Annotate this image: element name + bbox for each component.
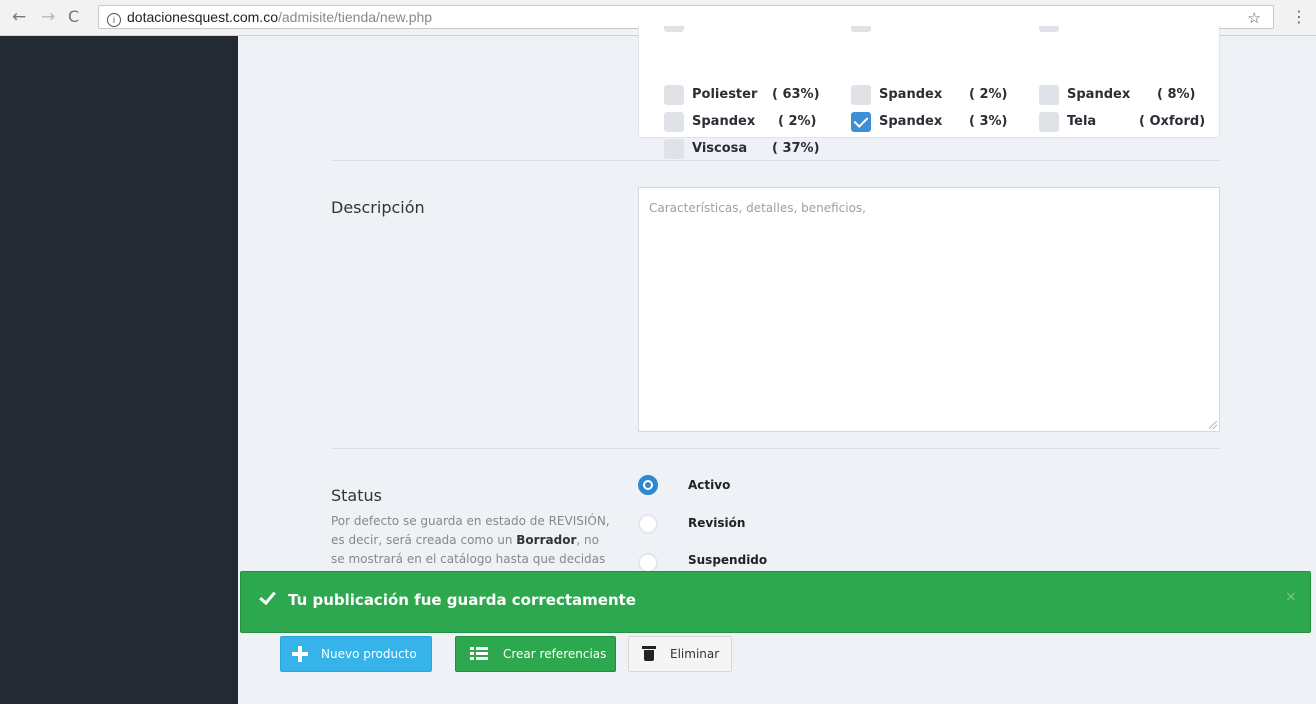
- fabric-percent: ( 37%): [772, 141, 820, 156]
- fabric-name: Poliester: [692, 87, 758, 102]
- fabric-checkbox[interactable]: [664, 139, 684, 159]
- fabric-percent: ( 2%): [969, 87, 1008, 102]
- reload-icon[interactable]: C: [68, 6, 79, 28]
- create-references-label: Crear referencias: [503, 647, 607, 661]
- status-radio-activo[interactable]: [638, 475, 658, 495]
- fabric-name: Spandex: [879, 87, 943, 102]
- fabric-name: Spandex: [879, 114, 943, 129]
- fabric-checkbox[interactable]: [1039, 112, 1059, 132]
- fabric-checkbox[interactable]: [664, 85, 684, 105]
- url-domain: dotacionesquest.com.co: [127, 9, 278, 25]
- status-radio-suspendido[interactable]: [638, 553, 658, 573]
- plus-icon: [292, 646, 308, 662]
- browser-menu-icon[interactable]: ⋮: [1291, 7, 1307, 26]
- partial-checkbox: [664, 26, 684, 32]
- new-product-button[interactable]: Nuevo producto: [280, 636, 432, 672]
- description-label: Descripción: [331, 198, 425, 217]
- resize-handle-icon[interactable]: [1209, 421, 1217, 429]
- fabric-percent: ( 63%): [772, 87, 820, 102]
- fabric-percent: ( 3%): [969, 114, 1008, 129]
- section-divider: [331, 160, 1221, 161]
- status-option-label: Activo: [688, 478, 731, 492]
- fabric-percent: ( Oxford): [1139, 114, 1206, 129]
- forward-arrow-icon[interactable]: →: [41, 6, 55, 28]
- fabric-checkbox[interactable]: [851, 85, 871, 105]
- toast-message: Tu publicación fue guarda correctamente: [288, 591, 636, 609]
- status-help-text: Por defecto se guarda en estado de REVIS…: [331, 512, 616, 572]
- fabric-percent: ( 8%): [1157, 87, 1196, 102]
- delete-label: Eliminar: [670, 647, 720, 661]
- status-radio-revision[interactable]: [638, 514, 658, 534]
- check-icon: [259, 590, 273, 604]
- new-product-label: Nuevo producto: [321, 647, 417, 661]
- fabric-checkbox[interactable]: [1039, 85, 1059, 105]
- back-arrow-icon[interactable]: ←: [12, 6, 26, 28]
- partial-checkbox: [1039, 26, 1059, 32]
- success-toast: Tu publicación fue guarda correctamente …: [240, 571, 1311, 633]
- fabric-name: Viscosa: [692, 141, 748, 156]
- status-option-label: Revisión: [688, 516, 746, 530]
- fabric-percent: ( 2%): [778, 114, 817, 129]
- status-help-bold: Borrador: [516, 533, 577, 547]
- list-icon: [470, 647, 488, 661]
- fabric-composition-card: Poliester ( 63%) Spandex ( 2%) Spandex (…: [638, 26, 1220, 159]
- delete-button[interactable]: Eliminar: [628, 636, 732, 672]
- trash-icon: [642, 646, 656, 662]
- fabric-name: Spandex: [1067, 87, 1131, 102]
- url-path: /admisite/tienda/new.php: [277, 9, 433, 25]
- section-divider: [331, 448, 1221, 449]
- partial-checkbox: [851, 26, 871, 32]
- sidebar: [0, 36, 238, 704]
- status-label: Status: [331, 486, 382, 505]
- description-textarea[interactable]: [638, 187, 1220, 432]
- fabric-checkbox[interactable]: [664, 112, 684, 132]
- create-references-button[interactable]: Crear referencias: [455, 636, 616, 672]
- bookmark-star-icon[interactable]: ☆: [1248, 8, 1261, 30]
- close-icon[interactable]: ×: [1285, 589, 1297, 605]
- info-icon[interactable]: i: [107, 13, 121, 27]
- status-option-label: Suspendido: [688, 553, 768, 567]
- fabric-name: Tela: [1067, 114, 1097, 129]
- fabric-checkbox-checked[interactable]: [851, 112, 871, 132]
- fabric-name: Spandex: [692, 114, 756, 129]
